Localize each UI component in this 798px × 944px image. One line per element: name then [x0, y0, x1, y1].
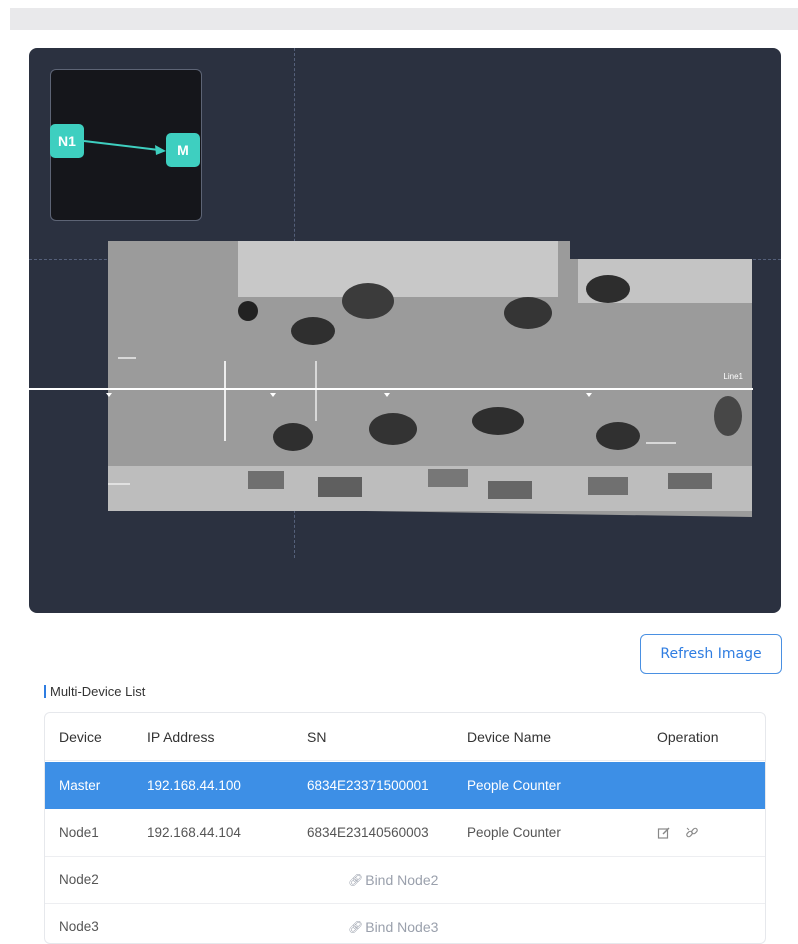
- table-row[interactable]: Master 192.168.44.100 6834E23371500001 P…: [45, 762, 765, 809]
- multi-device-table: Device IP Address SN Device Name Operati…: [44, 712, 766, 944]
- refresh-image-button[interactable]: Refresh Image: [640, 634, 782, 674]
- minimap-node-n1[interactable]: N1: [50, 124, 84, 158]
- sn-cell: 6834E23140560003: [307, 825, 429, 840]
- bind-node2-link[interactable]: 🔗︎ Bind Node2: [348, 856, 438, 903]
- device-cell: Node2: [59, 872, 99, 887]
- ip-cell: 192.168.44.104: [147, 825, 241, 840]
- section-accent-bar: [44, 685, 46, 698]
- link-icon: 🔗︎: [348, 919, 364, 934]
- column-ip-address: IP Address: [147, 728, 215, 745]
- edit-icon[interactable]: [657, 826, 671, 840]
- bind-node2-label: Bind Node2: [365, 871, 439, 888]
- table-header: Device IP Address SN Device Name Operati…: [45, 713, 765, 761]
- stitched-camera-image: [108, 241, 752, 517]
- table-row[interactable]: Node2 🔗︎ Bind Node2: [45, 856, 765, 904]
- device-cell: Node3: [59, 919, 99, 934]
- minimap-node-master[interactable]: M: [166, 133, 200, 167]
- counting-line[interactable]: [29, 382, 781, 398]
- table-row[interactable]: Node3 🔗︎ Bind Node3: [45, 903, 765, 943]
- unlink-icon[interactable]: [685, 826, 699, 840]
- device-cell: Master: [59, 778, 101, 793]
- stitching-preview: N1 M Line1: [29, 48, 781, 613]
- ip-cell: 192.168.44.100: [147, 778, 241, 793]
- top-bar: [10, 8, 798, 30]
- device-name-cell: People Counter: [467, 778, 561, 793]
- column-device: Device: [59, 728, 102, 745]
- link-icon: 🔗︎: [348, 872, 364, 887]
- table-row[interactable]: Node1 192.168.44.104 6834E23140560003 Pe…: [45, 809, 765, 857]
- column-sn: SN: [307, 728, 327, 745]
- sn-cell: 6834E23371500001: [307, 778, 429, 793]
- column-device-name: Device Name: [467, 728, 552, 745]
- section-title-text: Multi-Device List: [50, 684, 146, 699]
- device-cell: Node1: [59, 825, 99, 840]
- bind-node3-label: Bind Node3: [365, 918, 439, 935]
- device-layout-minimap: N1 M: [50, 69, 202, 221]
- counting-line-label: Line1: [723, 372, 743, 381]
- multi-device-list-title: Multi-Device List: [44, 684, 145, 699]
- device-name-cell: People Counter: [467, 825, 561, 840]
- operation-cell: [657, 809, 713, 856]
- bind-node3-link[interactable]: 🔗︎ Bind Node3: [348, 903, 439, 943]
- column-operation: Operation: [657, 728, 719, 745]
